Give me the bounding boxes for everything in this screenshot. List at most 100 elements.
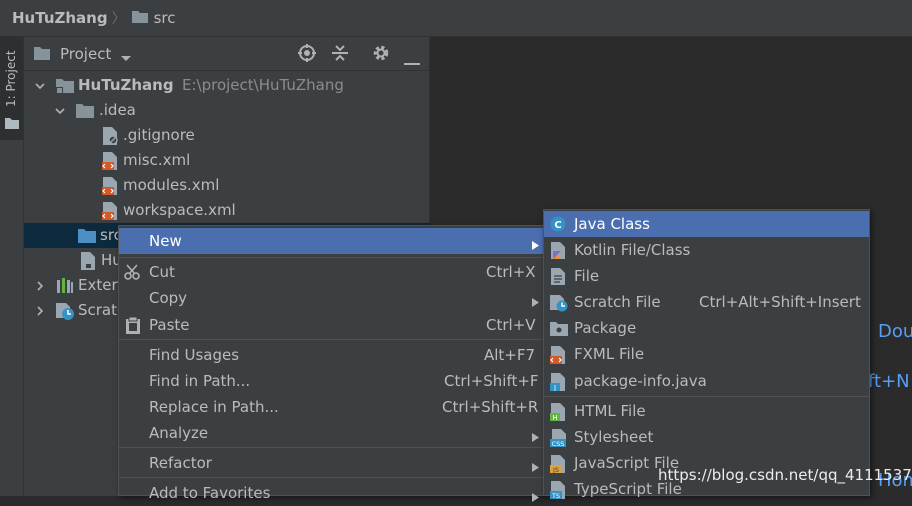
menu-item-package[interactable]: Package xyxy=(544,315,869,341)
clipboard-icon xyxy=(125,316,141,338)
menu-item-html-file[interactable]: H HTML File xyxy=(544,398,869,424)
locate-icon[interactable] xyxy=(298,44,316,66)
hide-icon[interactable] xyxy=(404,52,420,70)
menu-shortcut: Alt+F7 xyxy=(484,346,536,364)
svg-text:JS: JS xyxy=(552,466,559,473)
menu-separator xyxy=(119,447,545,448)
menu-label: Analyze xyxy=(149,424,209,442)
menu-label: New xyxy=(149,232,182,250)
menu-label: Copy xyxy=(149,289,188,307)
html-file-icon: H xyxy=(550,403,566,425)
menu-item-add-to-favorites[interactable]: Add to Favorites xyxy=(119,480,545,506)
tree-node-workspace[interactable]: workspace.xml xyxy=(24,198,430,223)
tree-node-modules[interactable]: modules.xml xyxy=(24,173,430,198)
typescript-file-icon: TS xyxy=(550,481,566,503)
folder-icon xyxy=(131,9,148,27)
folder-icon xyxy=(5,115,19,133)
menu-shortcut: Ctrl+Alt+Shift+Insert xyxy=(699,293,861,311)
nav-folder-src[interactable]: src xyxy=(154,9,176,27)
menu-label: Find Usages xyxy=(149,346,240,364)
menu-item-copy[interactable]: Copy xyxy=(119,285,545,311)
menu-separator xyxy=(119,339,545,340)
tree-label: HuTuZhang xyxy=(78,76,174,94)
chevron-right-icon[interactable] xyxy=(34,278,46,296)
library-icon xyxy=(56,277,74,297)
nav-separator: 〉 xyxy=(111,11,126,27)
menu-item-scratch-file[interactable]: Scratch File Ctrl+Alt+Shift+Insert xyxy=(544,289,869,315)
nav-project-name[interactable]: HuTuZhang xyxy=(12,9,108,27)
menu-shortcut: Ctrl+Shift+R xyxy=(442,398,539,416)
module-file-icon xyxy=(80,252,96,274)
gear-icon[interactable] xyxy=(372,44,390,66)
menu-item-find-in-path[interactable]: Find in Path... Ctrl+Shift+F xyxy=(119,368,545,394)
package-icon xyxy=(550,320,568,340)
tree-label: workspace.xml xyxy=(123,201,236,219)
menu-shortcut: Ctrl+X xyxy=(486,263,536,281)
menu-separator xyxy=(544,396,869,397)
submenu-arrow-icon xyxy=(532,293,539,311)
chevron-down-icon[interactable] xyxy=(34,78,46,96)
new-submenu: C Java Class Kotlin File/Class File Scra… xyxy=(543,209,870,500)
scratch-file-icon xyxy=(550,294,568,316)
tree-label: misc.xml xyxy=(123,151,191,169)
menu-item-cut[interactable]: Cut Ctrl+X xyxy=(119,259,545,285)
menu-label: Package xyxy=(574,319,637,337)
svg-text:H: H xyxy=(552,414,557,421)
scratches-icon xyxy=(56,302,74,324)
tree-path: E:\project\HuTuZhang xyxy=(182,76,344,94)
menu-item-stylesheet[interactable]: CSS Stylesheet xyxy=(544,424,869,450)
submenu-arrow-icon xyxy=(532,236,539,254)
menu-separator xyxy=(119,257,545,258)
project-panel-header: Project xyxy=(24,37,430,71)
submenu-arrow-icon xyxy=(532,488,539,506)
menu-shortcut: Ctrl+Shift+F xyxy=(444,372,539,390)
menu-label: Cut xyxy=(149,263,175,281)
fxml-file-icon xyxy=(550,346,566,368)
menu-item-paste[interactable]: Paste Ctrl+V xyxy=(119,312,545,338)
collapse-all-icon[interactable] xyxy=(331,44,349,66)
menu-label: package-info.java xyxy=(574,372,707,390)
submenu-arrow-icon xyxy=(532,428,539,446)
kotlin-file-icon xyxy=(550,242,566,263)
chevron-down-icon[interactable] xyxy=(120,49,132,67)
tree-label: modules.xml xyxy=(123,176,220,194)
menu-item-kotlin-file[interactable]: Kotlin File/Class xyxy=(544,237,869,263)
editor-hint-goto-file: ft+N xyxy=(868,371,910,392)
menu-item-java-class[interactable]: C Java Class xyxy=(544,211,869,237)
chevron-right-icon[interactable] xyxy=(34,303,46,321)
menu-label: Scratch File xyxy=(574,293,661,311)
svg-text:J: J xyxy=(553,384,556,391)
menu-item-replace-in-path[interactable]: Replace in Path... Ctrl+Shift+R xyxy=(119,394,545,420)
menu-label: FXML File xyxy=(574,345,645,363)
editor-hint-search-everywhere: Dou xyxy=(878,321,912,342)
menu-label: Add to Favorites xyxy=(149,484,271,502)
folder-icon xyxy=(34,46,50,64)
navigation-bar: HuTuZhang 〉 src xyxy=(0,0,912,37)
panel-title[interactable]: Project xyxy=(60,45,111,63)
tree-node-gitignore[interactable]: .gitignore xyxy=(24,123,430,148)
menu-label: Find in Path... xyxy=(149,372,251,390)
menu-item-fxml-file[interactable]: FXML File xyxy=(544,341,869,367)
svg-text:C: C xyxy=(554,220,561,231)
menu-item-package-info[interactable]: J package-info.java xyxy=(544,368,869,394)
menu-item-refactor[interactable]: Refactor xyxy=(119,450,545,476)
tree-node-project-root[interactable]: HuTuZhang E:\project\HuTuZhang xyxy=(24,73,430,98)
menu-label: Kotlin File/Class xyxy=(574,241,691,259)
menu-item-analyze[interactable]: Analyze xyxy=(119,420,545,446)
menu-item-find-usages[interactable]: Find Usages Alt+F7 xyxy=(119,342,545,368)
tree-node-misc[interactable]: misc.xml xyxy=(24,148,430,173)
menu-label: Replace in Path... xyxy=(149,398,279,416)
menu-label: Refactor xyxy=(149,454,212,472)
tree-node-idea[interactable]: .idea xyxy=(24,98,430,123)
menu-label: HTML File xyxy=(574,402,646,420)
project-tool-tab[interactable]: 1: Project xyxy=(0,37,23,140)
menu-label: File xyxy=(574,267,600,285)
source-folder-icon xyxy=(78,227,96,247)
submenu-arrow-icon xyxy=(532,458,539,476)
menu-item-file[interactable]: File xyxy=(544,263,869,289)
tool-window-stripe: 1: Project xyxy=(0,37,24,496)
menu-item-new[interactable]: New xyxy=(119,228,545,254)
chevron-down-icon[interactable] xyxy=(54,103,66,121)
file-icon xyxy=(550,268,566,289)
menu-separator xyxy=(119,477,545,478)
